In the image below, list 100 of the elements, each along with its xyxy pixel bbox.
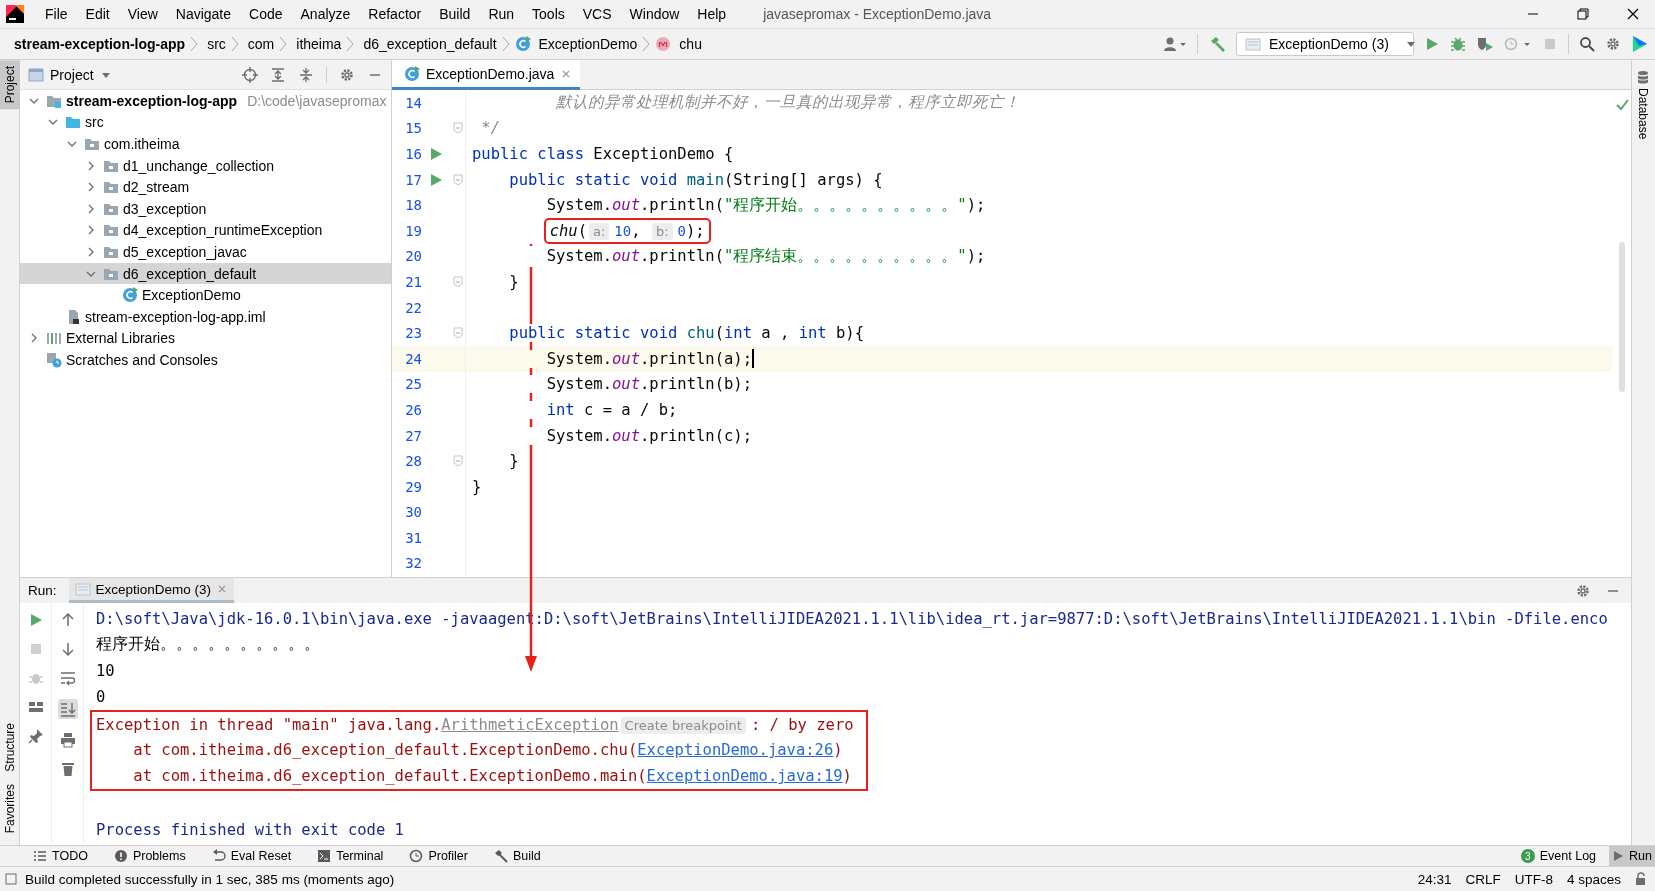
tool-window-tab[interactable]: Database <box>1632 68 1654 142</box>
tool-window-button[interactable]: Event Log <box>1539 849 1597 863</box>
status-item[interactable]: 24:31 <box>1417 871 1452 887</box>
breadcrumb-item[interactable]: d6_exception_default <box>359 36 501 52</box>
user-icon[interactable] <box>1163 36 1187 52</box>
lock-icon[interactable] <box>1635 872 1647 886</box>
breadcrumb-item[interactable]: chu <box>675 36 706 52</box>
breadcrumb-item[interactable]: stream-exception-log-app <box>10 36 190 52</box>
menu-item[interactable]: Refactor <box>359 6 431 22</box>
tool-window-tab[interactable]: Structure <box>0 716 20 778</box>
panel-title[interactable]: Project <box>50 66 94 83</box>
tree-item-label[interactable]: d1_unchange_collection <box>123 157 274 174</box>
menu-item[interactable]: Navigate <box>166 6 241 22</box>
tree-item-label[interactable]: com.itheima <box>104 136 180 152</box>
line-number: 32 <box>404 555 422 572</box>
print-icon[interactable] <box>59 732 76 748</box>
tool-window-button[interactable]: Eval Reset <box>230 849 292 863</box>
settings-icon[interactable] <box>1575 582 1591 599</box>
menu-item[interactable]: Build <box>430 6 480 22</box>
run-icon[interactable] <box>1424 36 1440 52</box>
close-icon[interactable] <box>1625 6 1641 22</box>
breadcrumb-item[interactable]: com <box>243 36 279 52</box>
fold-marker-icon[interactable] <box>452 275 463 288</box>
fold-marker-icon[interactable] <box>452 173 463 186</box>
fold-marker-icon[interactable] <box>452 455 463 468</box>
menu-item[interactable]: Window <box>620 6 689 22</box>
trash-icon[interactable] <box>59 761 76 777</box>
menu-item[interactable]: VCS <box>573 6 621 22</box>
soft-wrap-icon[interactable] <box>59 670 76 686</box>
tool-window-tab[interactable]: Favorites <box>0 777 20 839</box>
run-icon <box>1612 850 1625 862</box>
tree-item-label[interactable]: stream-exception-log-app <box>66 92 238 109</box>
search-icon[interactable] <box>1579 36 1595 52</box>
run-configuration-dropdown[interactable]: ExceptionDemo (3) <box>1236 32 1414 56</box>
tree-item-label[interactable]: d5_exception_javac <box>123 243 247 260</box>
tree-item-label[interactable]: stream-exception-log-app.iml <box>85 308 266 325</box>
debug-icon[interactable] <box>1450 36 1466 52</box>
locate-icon[interactable] <box>242 66 258 83</box>
source-link[interactable]: ExceptionDemo.java:26 <box>637 741 834 760</box>
scroll-to-end-icon[interactable] <box>59 701 76 717</box>
menu-item[interactable]: Tools <box>523 6 574 22</box>
tree-item-label[interactable]: d4_exception_runtimeException <box>123 222 323 239</box>
tool-window-button[interactable]: Terminal <box>336 849 384 863</box>
tree-item-label[interactable]: src <box>85 114 104 131</box>
source-link[interactable]: ExceptionDemo.java:19 <box>646 767 843 786</box>
menu-item[interactable]: Edit <box>76 6 119 22</box>
settings-icon[interactable] <box>339 66 355 83</box>
menu-item[interactable]: Help <box>688 6 736 22</box>
settings-icon[interactable] <box>1605 36 1621 52</box>
coverage-icon[interactable] <box>1476 36 1494 52</box>
class-icon <box>122 287 138 304</box>
hammer-icon <box>494 849 508 863</box>
breadcrumb-item[interactable]: ExceptionDemo <box>534 36 642 52</box>
menu-item[interactable]: Code <box>240 6 292 22</box>
fold-marker-icon[interactable] <box>452 122 463 135</box>
method-icon <box>655 36 672 52</box>
tool-window-button[interactable]: TODO <box>52 849 88 863</box>
breadcrumb-item[interactable]: itheima <box>292 36 346 52</box>
scrollbar[interactable] <box>1619 242 1625 392</box>
tree-item-label[interactable]: d2_stream <box>123 179 190 196</box>
line-number: 19 <box>404 222 422 239</box>
menu-item[interactable]: Run <box>479 6 524 22</box>
panel-title: Run: <box>28 583 57 598</box>
menu-item[interactable]: Analyze <box>291 6 360 22</box>
libraries-icon <box>46 330 62 347</box>
line-number: 18 <box>404 197 422 214</box>
breadcrumb-separator-icon <box>229 35 240 53</box>
tree-item-label[interactable]: ExceptionDemo <box>142 287 241 304</box>
down-arrow-icon[interactable] <box>59 641 76 657</box>
menu-item[interactable]: File <box>36 6 77 22</box>
tree-item-label[interactable]: Scratches and Consoles <box>66 351 218 368</box>
expand-all-icon[interactable] <box>270 66 286 83</box>
menu-item[interactable]: View <box>118 6 167 22</box>
plugin-icon[interactable] <box>1631 35 1649 53</box>
tool-window-button[interactable]: Build <box>513 849 541 863</box>
tool-window-button[interactable]: Problems <box>132 849 186 863</box>
status-item[interactable]: 4 spaces <box>1566 871 1621 887</box>
status-toggle-icon[interactable] <box>5 873 17 885</box>
breadcrumb-item[interactable]: src <box>203 36 230 52</box>
tree-item-label[interactable]: External Libraries <box>66 330 175 347</box>
breadcrumb-separator-icon <box>500 35 511 53</box>
breadcrumb-separator-icon <box>189 35 200 53</box>
run-tab[interactable]: ExceptionDemo (3) <box>68 578 235 603</box>
layout-icon[interactable] <box>27 699 44 715</box>
status-item[interactable]: UTF-8 <box>1514 871 1553 887</box>
restore-icon[interactable] <box>1575 6 1591 22</box>
tree-item-label[interactable]: d3_exception <box>123 200 207 217</box>
editor-tab[interactable]: ExceptionDemo.java <box>392 60 581 90</box>
tool-window-button[interactable]: Profiler <box>428 849 468 863</box>
line-number: 31 <box>404 529 422 546</box>
fold-marker-icon[interactable] <box>452 327 463 340</box>
run-gutter-icon[interactable] <box>429 147 443 161</box>
status-item[interactable]: CRLF <box>1465 871 1501 887</box>
tool-window-tab[interactable]: Project <box>0 60 20 110</box>
run-gutter-icon[interactable] <box>429 172 443 187</box>
pin-icon[interactable] <box>27 728 44 744</box>
undo-icon <box>211 849 226 863</box>
collapse-all-icon[interactable] <box>298 66 314 83</box>
list-icon <box>33 849 47 863</box>
app-logo-icon <box>6 5 24 23</box>
